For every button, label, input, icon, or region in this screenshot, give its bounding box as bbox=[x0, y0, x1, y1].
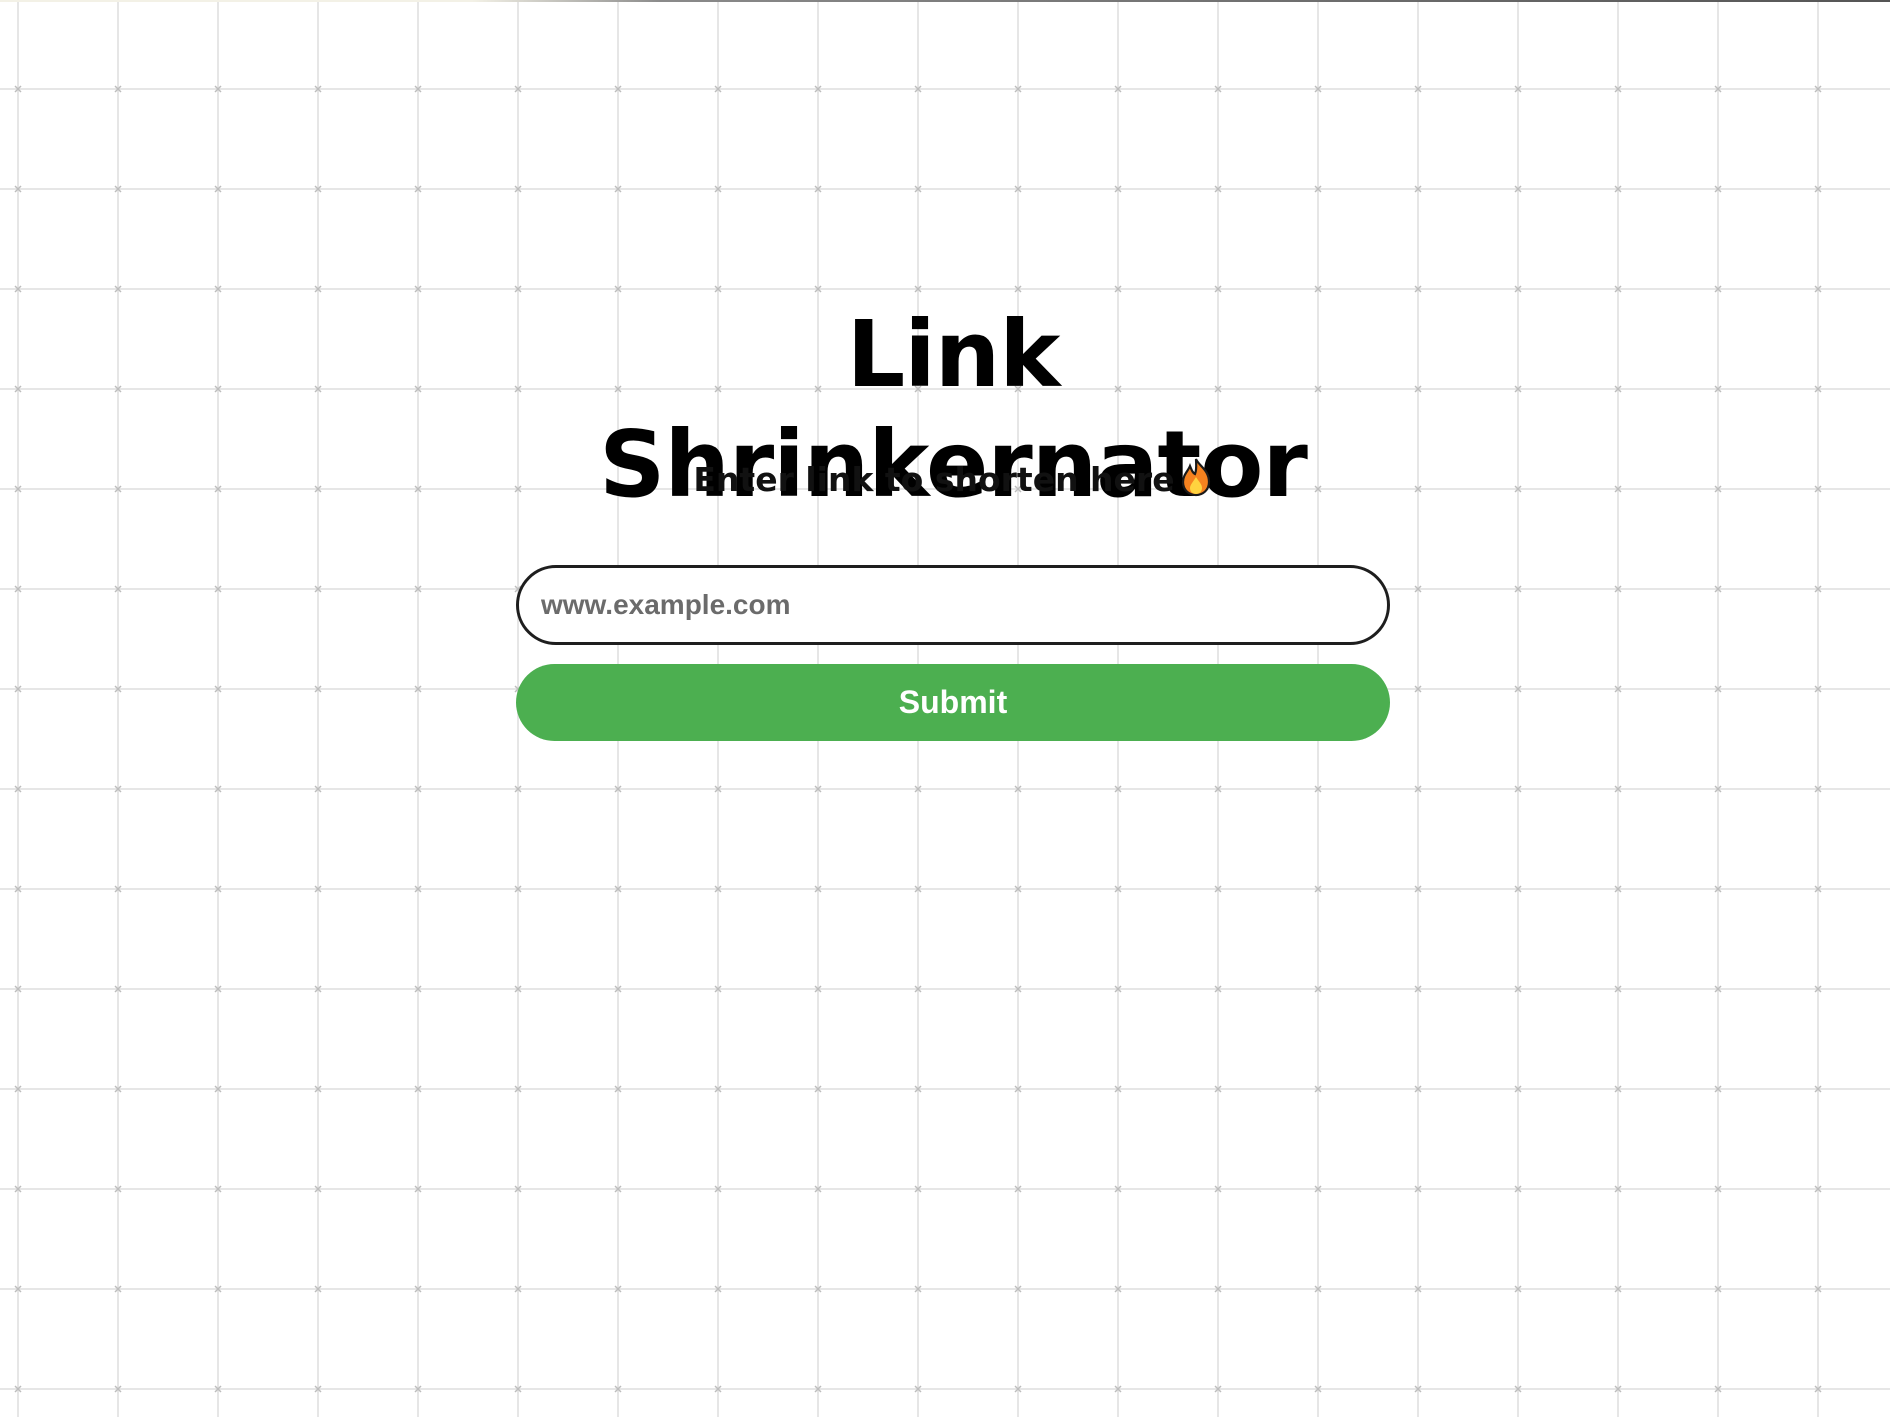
top-window-edge bbox=[0, 0, 1890, 2]
url-input[interactable] bbox=[516, 565, 1390, 645]
shortener-form-card: Link Shrinkernator Enter link to shorten… bbox=[516, 300, 1390, 741]
subtitle: Enter link to shorten here bbox=[516, 455, 1390, 511]
subtitle-text: Enter link to shorten here bbox=[693, 460, 1175, 499]
fire-icon bbox=[1179, 457, 1213, 511]
submit-button[interactable]: Submit bbox=[516, 664, 1390, 741]
